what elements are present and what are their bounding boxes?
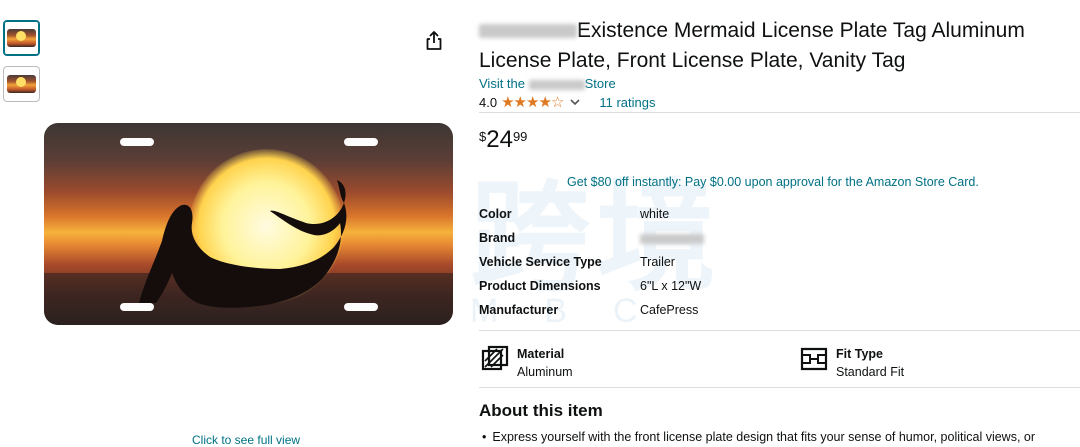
plate-hole — [344, 303, 378, 311]
spec-key: Product Dimensions — [479, 279, 601, 293]
rating-value: 4.0 — [479, 94, 498, 110]
rating-row: 4.0 ★ ★ ★ ★ ☆ 11 ratings — [479, 93, 655, 111]
feature-material: Material Aluminum — [481, 345, 573, 381]
spec-value-blurred — [640, 231, 704, 245]
price-whole: 24 — [486, 126, 513, 153]
share-icon[interactable] — [424, 30, 444, 52]
feature-value: Standard Fit — [836, 365, 905, 379]
spec-key: Color — [479, 207, 512, 221]
chevron-down-icon[interactable] — [569, 96, 581, 108]
fit-type-icon — [800, 347, 828, 371]
divider — [479, 112, 1080, 113]
spec-value: 6"L x 12"W — [640, 279, 702, 293]
star-rating[interactable]: ★ ★ ★ ★ ☆ — [501, 93, 564, 111]
blurred-brand — [479, 24, 577, 39]
feature-label: Material — [517, 347, 565, 361]
price: $2499 — [479, 127, 527, 153]
plate-hole — [120, 303, 154, 311]
divider — [479, 387, 1080, 388]
spec-key: Manufacturer — [479, 303, 559, 317]
feature-label: Fit Type — [836, 347, 883, 361]
thumbnail-2[interactable] — [3, 66, 40, 102]
mermaid-silhouette — [44, 180, 453, 325]
feature-fit-type: Fit Type Standard Fit — [800, 345, 904, 381]
store-card-promo-link[interactable]: Get $80 off instantly: Pay $0.00 upon ap… — [567, 175, 979, 189]
blurred-store-name — [528, 79, 585, 90]
plate-hole — [120, 138, 154, 146]
about-heading: About this item — [479, 401, 603, 420]
star-icon: ★ — [538, 94, 551, 111]
star-icon: ★ — [513, 94, 527, 111]
spec-key: Vehicle Service Type — [479, 255, 602, 269]
about-bullet: Express yourself with the front license … — [482, 428, 1080, 446]
star-icon: ★ — [501, 94, 514, 111]
divider — [479, 330, 1080, 331]
ratings-count-link[interactable]: 11 ratings — [599, 95, 655, 110]
feature-value: Aluminum — [517, 365, 573, 379]
thumbnail-image — [7, 75, 36, 93]
main-product-image[interactable] — [44, 123, 453, 325]
thumbnail-image — [7, 29, 36, 47]
click-to-see-full-view[interactable]: Click to see full view — [192, 433, 300, 447]
visit-store-link[interactable]: Visit the Store — [479, 76, 616, 91]
price-fraction: 99 — [512, 129, 528, 144]
plate-hole — [344, 138, 378, 146]
spec-value: Trailer — [640, 255, 675, 269]
store-suffix: Store — [584, 76, 616, 91]
material-icon — [481, 345, 509, 371]
spec-value: CafePress — [640, 303, 699, 317]
thumbnail-1[interactable] — [3, 20, 40, 56]
spec-value: white — [640, 207, 670, 221]
spec-key: Brand — [479, 231, 516, 245]
store-prefix: Visit the — [479, 76, 526, 91]
product-title: Existence Mermaid License Plate Tag Alum… — [479, 16, 1069, 76]
star-icon: ★ — [525, 94, 539, 111]
star-empty-icon: ☆ — [550, 94, 564, 111]
price-symbol: $ — [479, 129, 487, 144]
